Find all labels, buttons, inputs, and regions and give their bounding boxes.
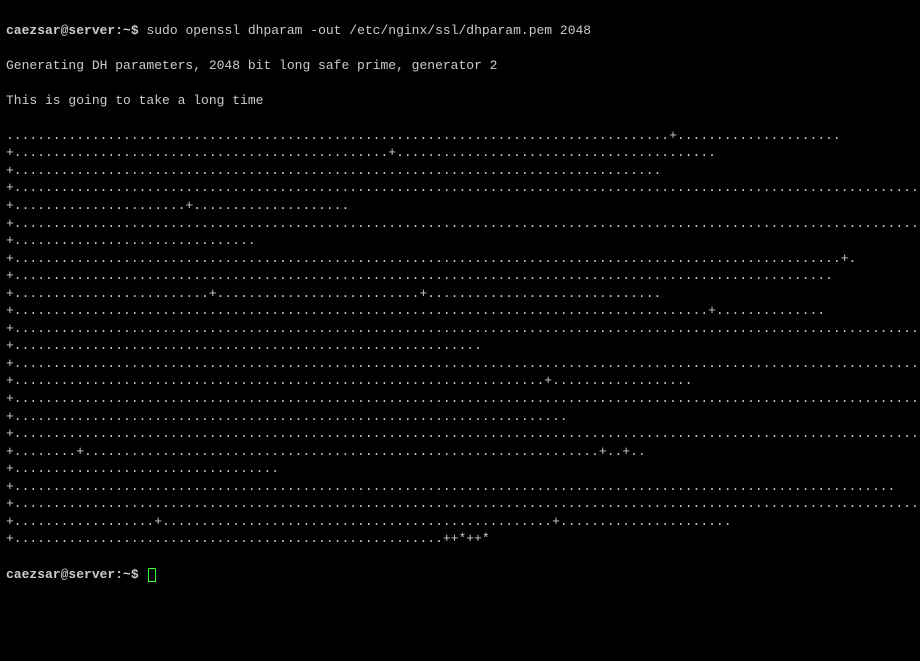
output-line-2: This is going to take a long time [6, 92, 914, 110]
prompt-line-2: caezsar@server:~$ [6, 566, 914, 584]
shell-prompt-2: caezsar@server:~$ [6, 567, 146, 582]
command-line: caezsar@server:~$ sudo openssl dhparam -… [6, 22, 914, 40]
output-line-1: Generating DH parameters, 2048 bit long … [6, 57, 914, 75]
cursor-block [148, 568, 156, 582]
dh-progress-dots: ........................................… [6, 127, 914, 548]
terminal[interactable]: caezsar@server:~$ sudo openssl dhparam -… [6, 4, 914, 601]
shell-prompt: caezsar@server:~$ [6, 23, 146, 38]
command-text: sudo openssl dhparam -out /etc/nginx/ssl… [146, 23, 591, 38]
